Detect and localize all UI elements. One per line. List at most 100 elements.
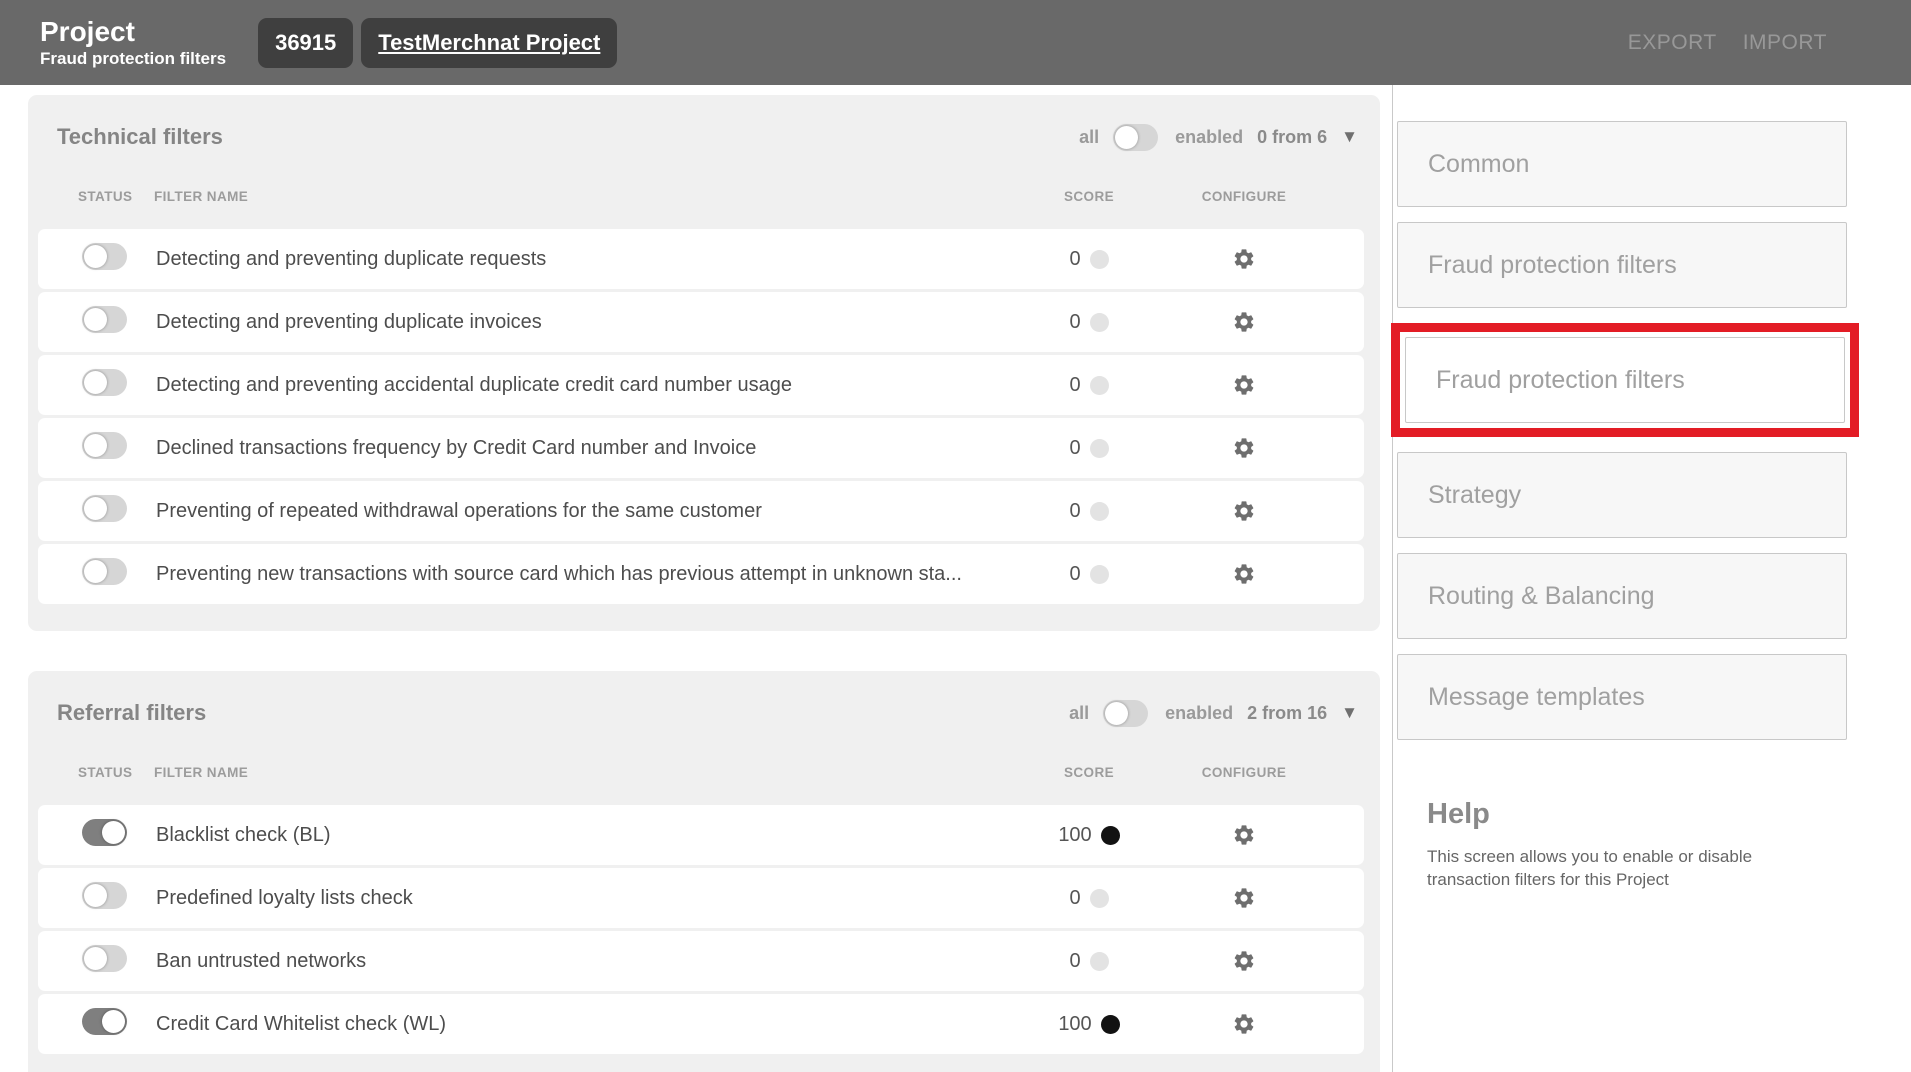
filter-name: Credit Card Whitelist check (WL)	[156, 1013, 1034, 1036]
toggle-knob	[84, 560, 107, 583]
collapse-arrow-icon[interactable]: ▼	[1341, 703, 1358, 723]
all-label: all	[1069, 703, 1089, 724]
score-dot	[1090, 439, 1109, 458]
toggle-knob	[102, 821, 125, 844]
toggle-knob	[84, 371, 107, 394]
column-filter-name: FILTER NAME	[154, 765, 1034, 780]
sidebar-item-common[interactable]: Common	[1397, 121, 1847, 207]
sidebar-item-routing-balancing[interactable]: Routing & Balancing	[1397, 553, 1847, 639]
score-value: 100	[1058, 1013, 1091, 1036]
score-dot	[1090, 250, 1109, 269]
table-row: Detecting and preventing accidental dupl…	[38, 355, 1364, 415]
help-text: This screen allows you to enable or disa…	[1427, 845, 1787, 891]
filter-name: Detecting and preventing duplicate invoi…	[156, 311, 1034, 334]
header-actions: EXPORT IMPORT	[1628, 31, 1827, 55]
score-value: 0	[1069, 311, 1080, 334]
import-button[interactable]: IMPORT	[1743, 31, 1827, 55]
score-value: 0	[1069, 248, 1080, 271]
score-value: 0	[1069, 950, 1080, 973]
active-item-highlight: Fraud protection filters	[1391, 323, 1859, 437]
export-button[interactable]: EXPORT	[1628, 31, 1717, 55]
toggle-knob	[84, 308, 107, 331]
column-status: STATUS	[78, 189, 154, 204]
status-toggle[interactable]	[82, 369, 127, 396]
column-filter-name: FILTER NAME	[154, 189, 1034, 204]
table-row: Blacklist check (BL) 100	[38, 805, 1364, 865]
gear-icon[interactable]	[1232, 310, 1256, 334]
filter-name: Declined transactions frequency by Credi…	[156, 437, 1034, 460]
gear-icon[interactable]	[1232, 373, 1256, 397]
sidebar-nav: Common Fraud protection filters Fraud pr…	[1393, 121, 1911, 740]
table-header: STATUS FILTER NAME SCORE CONFIGURE	[28, 163, 1380, 229]
filter-name: Blacklist check (BL)	[156, 824, 1034, 847]
panel-controls: all enabled 2 from 16 ▼	[1069, 700, 1358, 727]
table-row: Preventing new transactions with source …	[38, 544, 1364, 604]
filter-name: Predefined loyalty lists check	[156, 887, 1034, 910]
status-toggle[interactable]	[82, 1008, 127, 1035]
filter-name: Preventing of repeated withdrawal operat…	[156, 500, 1034, 523]
project-name-link[interactable]: TestMerchnat Project	[361, 18, 617, 68]
table-row: Preventing of repeated withdrawal operat…	[38, 481, 1364, 541]
project-id-badge: 36915	[258, 18, 353, 68]
table-row: Predefined loyalty lists check 0	[38, 868, 1364, 928]
column-score: SCORE	[1034, 189, 1144, 204]
panel-header: Technical filters all enabled 0 from 6 ▼	[28, 111, 1380, 163]
status-toggle[interactable]	[82, 882, 127, 909]
toggle-knob	[84, 497, 107, 520]
gear-icon[interactable]	[1232, 886, 1256, 910]
gear-icon[interactable]	[1232, 247, 1256, 271]
technical-filters-panel: Technical filters all enabled 0 from 6 ▼…	[28, 95, 1380, 631]
enabled-count: 2 from 16	[1247, 703, 1327, 724]
score-value: 100	[1058, 824, 1091, 847]
table-row: Credit Card Whitelist check (WL) 100	[38, 994, 1364, 1054]
enabled-label: enabled	[1165, 703, 1233, 724]
score-dot	[1101, 1015, 1120, 1034]
gear-icon[interactable]	[1232, 436, 1256, 460]
gear-icon[interactable]	[1232, 499, 1256, 523]
sidebar-item-strategy[interactable]: Strategy	[1397, 452, 1847, 538]
toggle-knob	[84, 947, 107, 970]
gear-icon[interactable]	[1232, 823, 1256, 847]
collapse-arrow-icon[interactable]: ▼	[1341, 127, 1358, 147]
filter-name: Detecting and preventing duplicate reque…	[156, 248, 1034, 271]
status-toggle[interactable]	[82, 495, 127, 522]
table-row: Detecting and preventing duplicate invoi…	[38, 292, 1364, 352]
all-label: all	[1079, 127, 1099, 148]
status-toggle[interactable]	[82, 243, 127, 270]
score-value: 0	[1069, 437, 1080, 460]
gear-icon[interactable]	[1232, 1012, 1256, 1036]
score-dot	[1090, 565, 1109, 584]
all-toggle[interactable]	[1113, 124, 1158, 151]
sidebar-item-fraud-protection-filters[interactable]: Fraud protection filters	[1397, 222, 1847, 308]
status-toggle[interactable]	[82, 558, 127, 585]
status-toggle[interactable]	[82, 432, 127, 459]
toggle-knob	[1105, 702, 1128, 725]
sidebar-item-message-templates[interactable]: Message templates	[1397, 654, 1847, 740]
all-toggle[interactable]	[1103, 700, 1148, 727]
panel-title: Referral filters	[57, 700, 206, 726]
gear-icon[interactable]	[1232, 562, 1256, 586]
filter-name: Ban untrusted networks	[156, 950, 1034, 973]
score-dot	[1090, 502, 1109, 521]
panel-controls: all enabled 0 from 6 ▼	[1079, 124, 1358, 151]
sidebar-item-fraud-protection-filters-active[interactable]: Fraud protection filters	[1405, 337, 1845, 423]
toggle-knob	[1115, 126, 1138, 149]
table-row: Detecting and preventing duplicate reque…	[38, 229, 1364, 289]
table-row: Ban untrusted networks 0	[38, 931, 1364, 991]
column-score: SCORE	[1034, 765, 1144, 780]
status-toggle[interactable]	[82, 945, 127, 972]
main-content: Technical filters all enabled 0 from 6 ▼…	[0, 85, 1392, 1072]
filter-rows: Detecting and preventing duplicate reque…	[28, 229, 1380, 604]
page-subtitle: Fraud protection filters	[40, 49, 226, 69]
filter-name: Detecting and preventing accidental dupl…	[156, 374, 1034, 397]
enabled-label: enabled	[1175, 127, 1243, 148]
toggle-knob	[84, 245, 107, 268]
toggle-knob	[102, 1010, 125, 1033]
score-value: 0	[1069, 563, 1080, 586]
status-toggle[interactable]	[82, 306, 127, 333]
table-header: STATUS FILTER NAME SCORE CONFIGURE	[28, 739, 1380, 805]
status-toggle[interactable]	[82, 819, 127, 846]
app-root: Project Fraud protection filters 36915 T…	[0, 0, 1911, 1072]
gear-icon[interactable]	[1232, 949, 1256, 973]
toggle-knob	[84, 434, 107, 457]
